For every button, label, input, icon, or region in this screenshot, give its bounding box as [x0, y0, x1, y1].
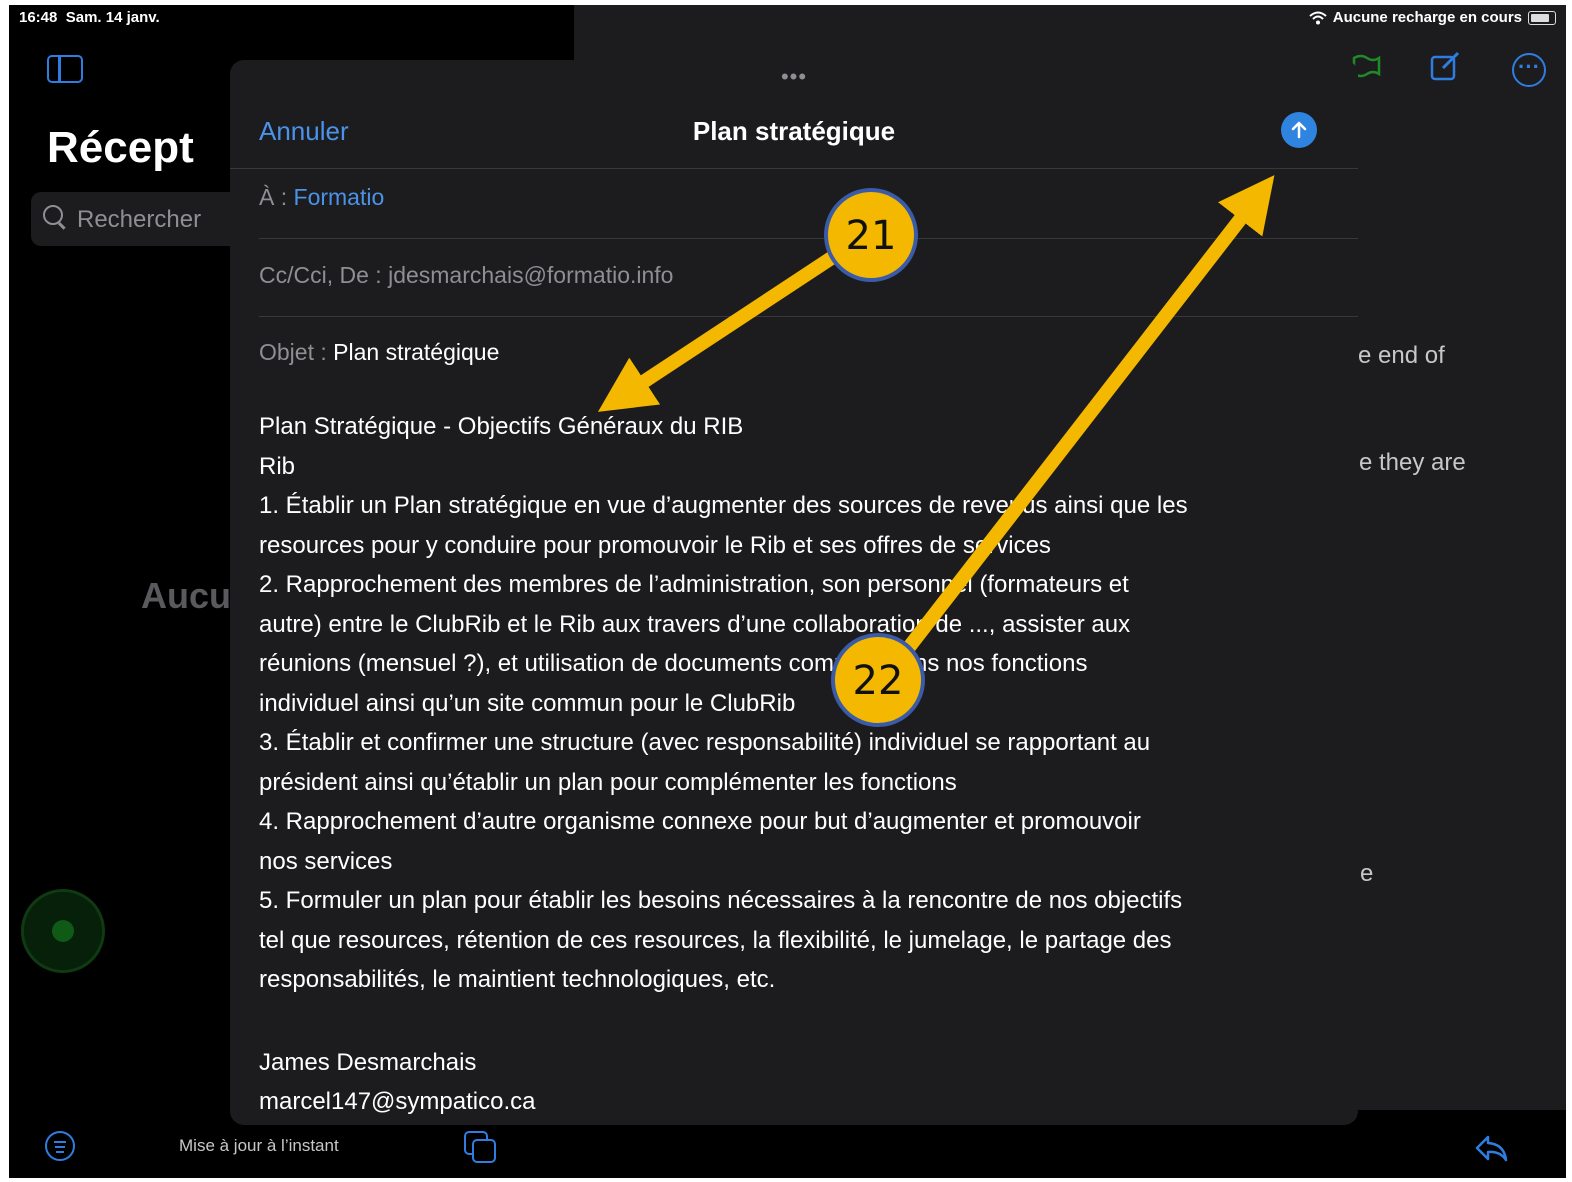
annotation-overlay: 21 22 [597, 175, 1275, 727]
ipad-screen: Récept Rechercher Aucu e end of e they a… [9, 5, 1566, 1178]
annotation-badge-22: 22 [831, 633, 925, 727]
svg-text:21: 21 [846, 213, 897, 259]
annotation-arrow-21 [597, 247, 843, 412]
svg-text:22: 22 [853, 658, 904, 704]
annotation-arrow-22 [883, 175, 1275, 678]
annotation-badge-21: 21 [824, 188, 918, 282]
